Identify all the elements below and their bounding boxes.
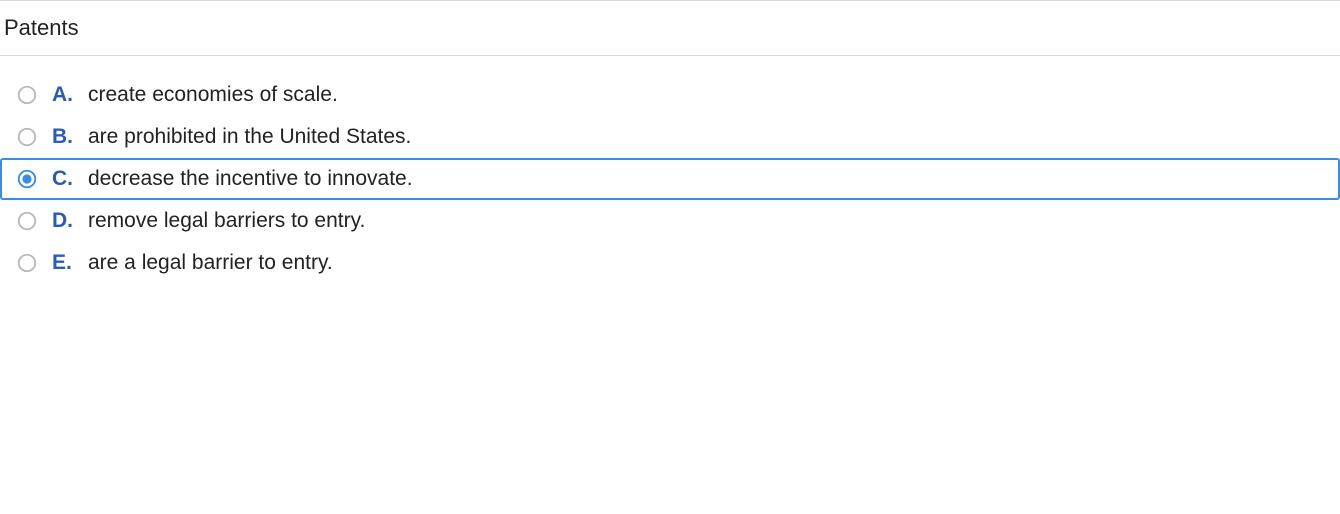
- option-c[interactable]: C. decrease the incentive to innovate.: [0, 158, 1340, 200]
- option-text: create economies of scale.: [88, 83, 338, 107]
- radio-unchecked-icon: [16, 84, 38, 106]
- question-prompt: Patents: [4, 15, 79, 40]
- options-list: A. create economies of scale. B. are pro…: [0, 56, 1340, 284]
- option-letter: D.: [52, 209, 78, 233]
- option-a[interactable]: A. create economies of scale.: [0, 74, 1340, 116]
- option-letter: C.: [52, 167, 78, 191]
- option-e[interactable]: E. are a legal barrier to entry.: [0, 242, 1340, 284]
- option-d[interactable]: D. remove legal barriers to entry.: [0, 200, 1340, 242]
- radio-unchecked-icon: [16, 252, 38, 274]
- option-text: decrease the incentive to innovate.: [88, 167, 413, 191]
- option-text: remove legal barriers to entry.: [88, 209, 365, 233]
- radio-checked-icon: [16, 168, 38, 190]
- option-b[interactable]: B. are prohibited in the United States.: [0, 116, 1340, 158]
- question-header: Patents: [0, 1, 1340, 55]
- option-letter: B.: [52, 125, 78, 149]
- option-letter: E.: [52, 251, 78, 275]
- option-text: are prohibited in the United States.: [88, 125, 411, 149]
- option-letter: A.: [52, 83, 78, 107]
- radio-unchecked-icon: [16, 126, 38, 148]
- radio-unchecked-icon: [16, 210, 38, 232]
- option-text: are a legal barrier to entry.: [88, 251, 333, 275]
